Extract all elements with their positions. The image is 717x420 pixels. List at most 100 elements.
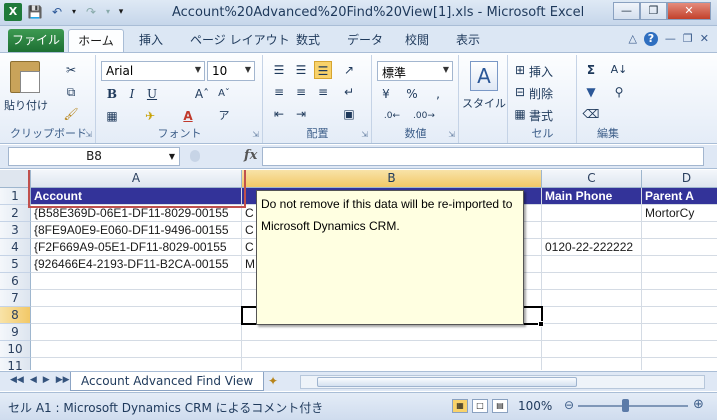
merge-center-icon[interactable]: ▣ [340, 105, 358, 123]
redo-dropdown-icon[interactable]: ▾ [104, 3, 112, 21]
cell-c2[interactable] [542, 205, 642, 222]
copy-icon[interactable]: ⧉ [62, 83, 80, 101]
worksheet-grid[interactable]: A B C D 1 2 3 4 5 6 7 8 9 10 11 Account … [0, 170, 717, 370]
row-header[interactable]: 2 [0, 205, 31, 222]
align-left-icon[interactable]: ≡ [270, 83, 288, 101]
column-header-d[interactable]: D [642, 170, 717, 188]
paste-button[interactable]: 貼り付け [4, 97, 48, 113]
prev-sheet-icon[interactable]: ◀ [30, 375, 37, 385]
cell-c10[interactable] [542, 341, 642, 358]
doc-restore-icon[interactable]: ❐ [683, 32, 693, 46]
font-size-combo[interactable]: 10 ▼ [207, 61, 255, 81]
align-bottom-icon[interactable]: ☰ [314, 61, 332, 79]
cell-a6[interactable] [31, 273, 242, 290]
customize-qat-icon[interactable]: ▾ [116, 3, 126, 21]
cut-icon[interactable]: ✂ [62, 61, 80, 79]
horizontal-scrollbar[interactable] [300, 375, 705, 389]
last-sheet-icon[interactable]: ▶▶ [56, 375, 70, 385]
format-cells-button[interactable]: 書式 [529, 107, 553, 124]
align-center-icon[interactable]: ≡ [292, 83, 310, 101]
tab-file[interactable]: ファイル [8, 29, 64, 52]
doc-close-icon[interactable]: ✕ [700, 32, 709, 46]
minimize-button[interactable]: — [613, 2, 640, 20]
align-middle-icon[interactable]: ☰ [292, 61, 310, 79]
row-header[interactable]: 6 [0, 273, 31, 290]
doc-minimize-icon[interactable]: — [665, 32, 676, 46]
orientation-icon[interactable]: ↗ [340, 61, 358, 79]
fill-handle[interactable] [538, 321, 544, 327]
wrap-text-icon[interactable]: ↵ [340, 83, 358, 101]
insert-function-button[interactable]: fx [244, 148, 257, 163]
tab-view[interactable]: 表示 [456, 31, 480, 48]
help-icon[interactable]: ? [643, 32, 658, 46]
close-button[interactable]: ✕ [667, 2, 711, 20]
clear-icon[interactable]: ⌫ [582, 105, 600, 123]
font-color-icon[interactable]: A [179, 107, 197, 125]
cell-a9[interactable] [31, 324, 242, 341]
currency-icon[interactable]: ¥ [377, 85, 395, 103]
cell-a8[interactable] [31, 307, 242, 324]
italic-icon[interactable]: I [123, 85, 141, 103]
tab-data[interactable]: データ [347, 31, 383, 48]
cell-d6[interactable] [642, 273, 717, 290]
row-header[interactable]: 1 [0, 188, 31, 205]
decrease-indent-icon[interactable]: ⇤ [270, 105, 288, 123]
cell-c8[interactable] [542, 307, 642, 324]
format-cells-icon[interactable]: ▦ [511, 105, 529, 123]
number-launcher-icon[interactable]: ⇲ [448, 130, 455, 139]
page-layout-view-icon[interactable]: □ [472, 399, 488, 413]
page-break-view-icon[interactable]: ▤ [492, 399, 508, 413]
alignment-launcher-icon[interactable]: ⇲ [361, 130, 368, 139]
tab-home[interactable]: ホーム [68, 29, 124, 53]
column-header-c[interactable]: C [542, 170, 642, 188]
tab-review[interactable]: 校閲 [405, 31, 429, 48]
decrease-decimal-icon[interactable]: .00→ [413, 107, 435, 125]
font-launcher-icon[interactable]: ⇲ [252, 130, 259, 139]
cell-d11[interactable] [642, 358, 717, 370]
cell-d3[interactable] [642, 222, 717, 239]
minimize-ribbon-icon[interactable]: △ [628, 32, 636, 46]
increase-font-icon[interactable]: Aˆ [193, 85, 211, 103]
paste-icon[interactable] [10, 61, 40, 93]
select-all-corner[interactable] [0, 170, 31, 188]
save-icon[interactable]: 💾 [26, 3, 44, 21]
cell-a7[interactable] [31, 290, 242, 307]
zoom-slider-thumb[interactable] [622, 399, 629, 412]
cell-a10[interactable] [31, 341, 242, 358]
cell-b9[interactable] [242, 324, 542, 341]
cell-a11[interactable] [31, 358, 242, 370]
insert-cells-button[interactable]: 挿入 [529, 63, 553, 80]
percent-icon[interactable]: % [403, 85, 421, 103]
fill-icon[interactable]: ▼ [582, 83, 600, 101]
row-header[interactable]: 8 [0, 307, 31, 324]
cell-d7[interactable] [642, 290, 717, 307]
redo-icon[interactable]: ↷ [82, 3, 100, 21]
zoom-in-icon[interactable]: ⊕ [693, 397, 704, 412]
cell-a5[interactable]: {926466E4-2193-DF11-B2CA-00155 [31, 256, 242, 273]
restore-button[interactable]: ❐ [640, 2, 667, 20]
formula-input[interactable] [262, 147, 704, 166]
comma-icon[interactable]: , [429, 85, 447, 103]
cell-b10[interactable] [242, 341, 542, 358]
row-header[interactable]: 5 [0, 256, 31, 273]
cell-c11[interactable] [542, 358, 642, 370]
cell-b11[interactable] [242, 358, 542, 370]
zoom-slider[interactable] [578, 405, 688, 407]
cell-c4[interactable]: 0120-22-222222 [542, 239, 642, 256]
cell-d5[interactable] [642, 256, 717, 273]
font-name-combo[interactable]: Arial ▼ [101, 61, 205, 81]
cell-d8[interactable] [642, 307, 717, 324]
cell-d10[interactable] [642, 341, 717, 358]
bold-icon[interactable]: B [103, 85, 121, 103]
cell-d9[interactable] [642, 324, 717, 341]
styles-button[interactable]: スタイル [462, 95, 506, 111]
excel-logo-icon[interactable]: X [4, 3, 22, 21]
first-sheet-icon[interactable]: ◀◀ [10, 375, 24, 385]
cell-d1[interactable]: Parent A [642, 188, 717, 205]
cell-c5[interactable] [542, 256, 642, 273]
cell-c9[interactable] [542, 324, 642, 341]
zoom-level[interactable]: 100% [518, 399, 552, 413]
column-header-b[interactable]: B [242, 170, 542, 188]
cell-c7[interactable] [542, 290, 642, 307]
row-header[interactable]: 10 [0, 341, 31, 358]
